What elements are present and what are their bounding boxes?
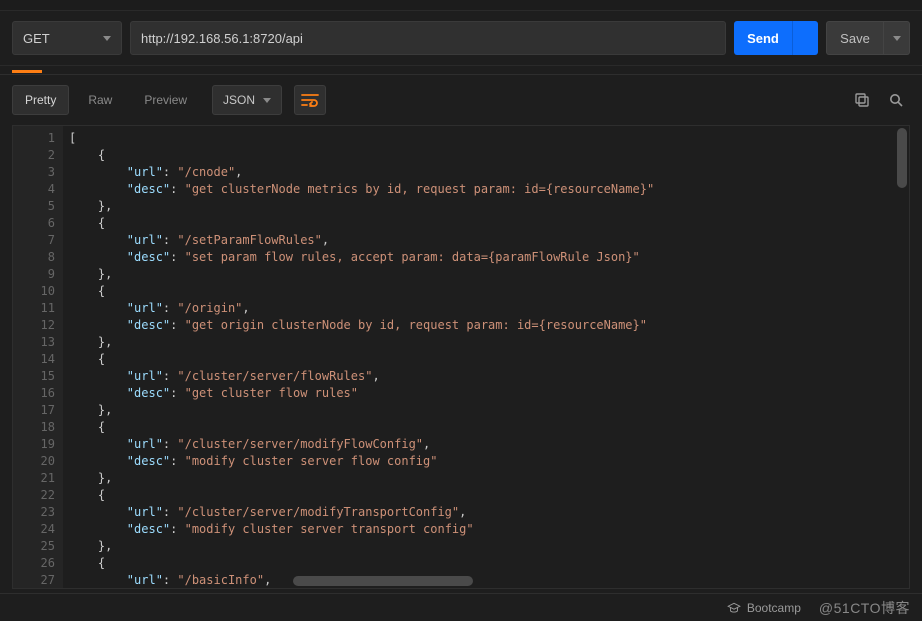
- tab-raw[interactable]: Raw: [75, 85, 125, 115]
- http-method-value: GET: [23, 31, 50, 46]
- active-tab-indicator: [0, 66, 922, 74]
- search-response-button[interactable]: [882, 85, 910, 115]
- format-dropdown[interactable]: JSON: [212, 85, 282, 115]
- chevron-down-icon: [103, 36, 111, 41]
- send-button[interactable]: Send: [734, 21, 792, 55]
- request-url-input[interactable]: [130, 21, 726, 55]
- horizontal-scrollbar[interactable]: [293, 576, 473, 586]
- graduation-cap-icon: [727, 601, 741, 615]
- chevron-down-icon: [893, 36, 901, 41]
- tab-pretty[interactable]: Pretty: [12, 85, 69, 115]
- http-method-dropdown[interactable]: GET: [12, 21, 122, 55]
- line-number-gutter: 1 2 3 4 5 6 7 8 9 10 11 12 13 14 15 16 1…: [13, 126, 63, 588]
- wrap-lines-button[interactable]: [294, 85, 326, 115]
- wrap-icon: [301, 93, 319, 107]
- status-bar: Bootcamp @51CTO博客: [0, 593, 922, 621]
- save-dropdown[interactable]: [884, 21, 910, 55]
- chevron-down-icon: [263, 98, 271, 103]
- send-dropdown[interactable]: [792, 21, 818, 55]
- save-button[interactable]: Save: [826, 21, 884, 55]
- tab-preview[interactable]: Preview: [131, 85, 200, 115]
- bootcamp-link[interactable]: Bootcamp: [727, 601, 801, 615]
- watermark-text: @51CTO博客: [819, 598, 910, 618]
- copy-response-button[interactable]: [848, 85, 876, 115]
- response-body-viewer: 1 2 3 4 5 6 7 8 9 10 11 12 13 14 15 16 1…: [12, 125, 910, 589]
- format-value: JSON: [223, 93, 255, 107]
- response-toolbar: Pretty Raw Preview JSON: [0, 75, 922, 125]
- copy-icon: [855, 93, 869, 107]
- save-button-group: Save: [826, 21, 910, 55]
- vertical-scrollbar[interactable]: [897, 128, 907, 188]
- send-button-group: Send: [734, 21, 818, 55]
- search-icon: [889, 93, 903, 107]
- response-body-code[interactable]: [ { "url": "/cnode", "desc": "get cluste…: [63, 126, 909, 588]
- bootcamp-label: Bootcamp: [747, 601, 801, 615]
- request-bar: GET Send Save: [0, 10, 922, 66]
